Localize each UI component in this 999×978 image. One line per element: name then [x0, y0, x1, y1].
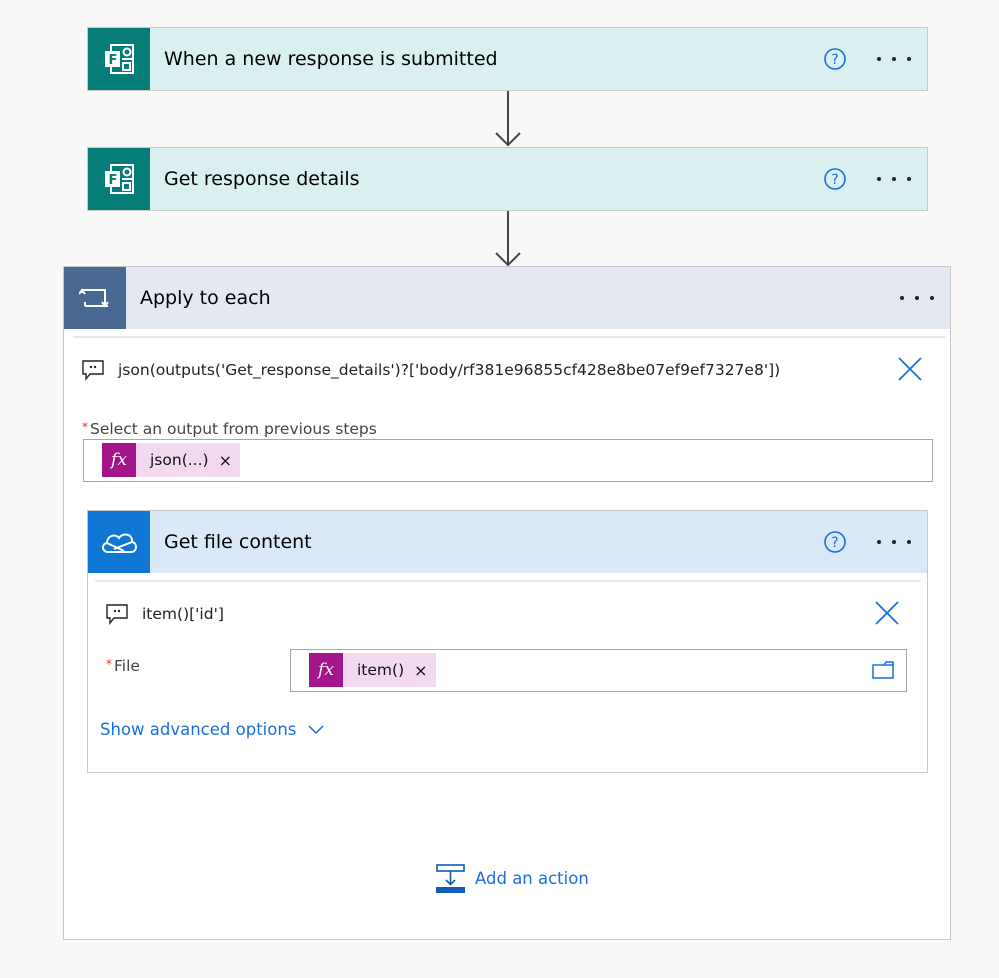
get-response-details-card[interactable]: F Get response details ? — [87, 147, 928, 211]
delete-comment-icon[interactable] — [874, 600, 900, 626]
help-icon[interactable]: ? — [823, 167, 847, 191]
more-options-button[interactable] — [877, 57, 911, 61]
comment-row[interactable]: item()['id'] — [106, 602, 224, 626]
more-options-button[interactable] — [900, 296, 934, 300]
add-action-icon — [436, 864, 465, 893]
svg-text:?: ? — [831, 535, 838, 551]
trigger-card[interactable]: F When a new response is submitted ? — [87, 27, 928, 91]
delete-comment-icon[interactable] — [897, 356, 923, 382]
comment-row[interactable]: json(outputs('Get_response_details')?['b… — [82, 358, 780, 382]
get-file-content-header[interactable]: Get file content ? — [88, 511, 927, 573]
file-input[interactable]: fx item() × — [290, 649, 907, 692]
help-icon[interactable]: ? — [823, 530, 847, 554]
expression-token[interactable]: fx item() × — [309, 653, 436, 687]
svg-text:?: ? — [831, 172, 838, 188]
fx-icon: fx — [102, 443, 136, 477]
svg-text:?: ? — [831, 52, 838, 68]
add-an-action-button[interactable]: Add an action — [436, 864, 589, 893]
svg-text:F: F — [109, 173, 118, 188]
expression-token[interactable]: fx json(...) × — [102, 443, 240, 477]
step-title: Get response details — [164, 168, 360, 190]
apply-to-each-title: Apply to each — [140, 287, 271, 309]
microsoft-forms-icon: F — [88, 28, 150, 90]
flow-arrow-icon — [495, 91, 521, 147]
file-label: * File — [106, 657, 140, 675]
divider — [95, 580, 921, 582]
select-output-input[interactable]: fx json(...) × — [83, 439, 933, 482]
help-icon[interactable]: ? — [823, 47, 847, 71]
get-file-content-title: Get file content — [164, 531, 312, 553]
more-options-button[interactable] — [877, 177, 911, 181]
select-output-label: * Select an output from previous steps — [82, 420, 377, 438]
comment-icon — [82, 360, 104, 381]
svg-text:F: F — [109, 53, 118, 68]
divider — [73, 336, 945, 338]
comment-text: item()['id'] — [142, 605, 224, 623]
remove-token-icon[interactable]: × — [219, 443, 240, 477]
more-options-button[interactable] — [877, 540, 911, 544]
loop-icon — [64, 267, 126, 329]
trigger-title: When a new response is submitted — [164, 48, 498, 70]
flow-arrow-icon — [495, 211, 521, 267]
folder-picker-icon[interactable] — [872, 661, 894, 679]
apply-to-each-header[interactable]: Apply to each — [64, 267, 950, 329]
show-advanced-options-link[interactable]: Show advanced options — [100, 720, 324, 739]
onedrive-icon — [88, 511, 150, 573]
fx-icon: fx — [309, 653, 343, 687]
comment-text: json(outputs('Get_response_details')?['b… — [118, 361, 781, 379]
chevron-down-icon — [308, 724, 324, 734]
microsoft-forms-icon: F — [88, 148, 150, 210]
comment-icon — [106, 604, 128, 625]
remove-token-icon[interactable]: × — [414, 653, 435, 687]
